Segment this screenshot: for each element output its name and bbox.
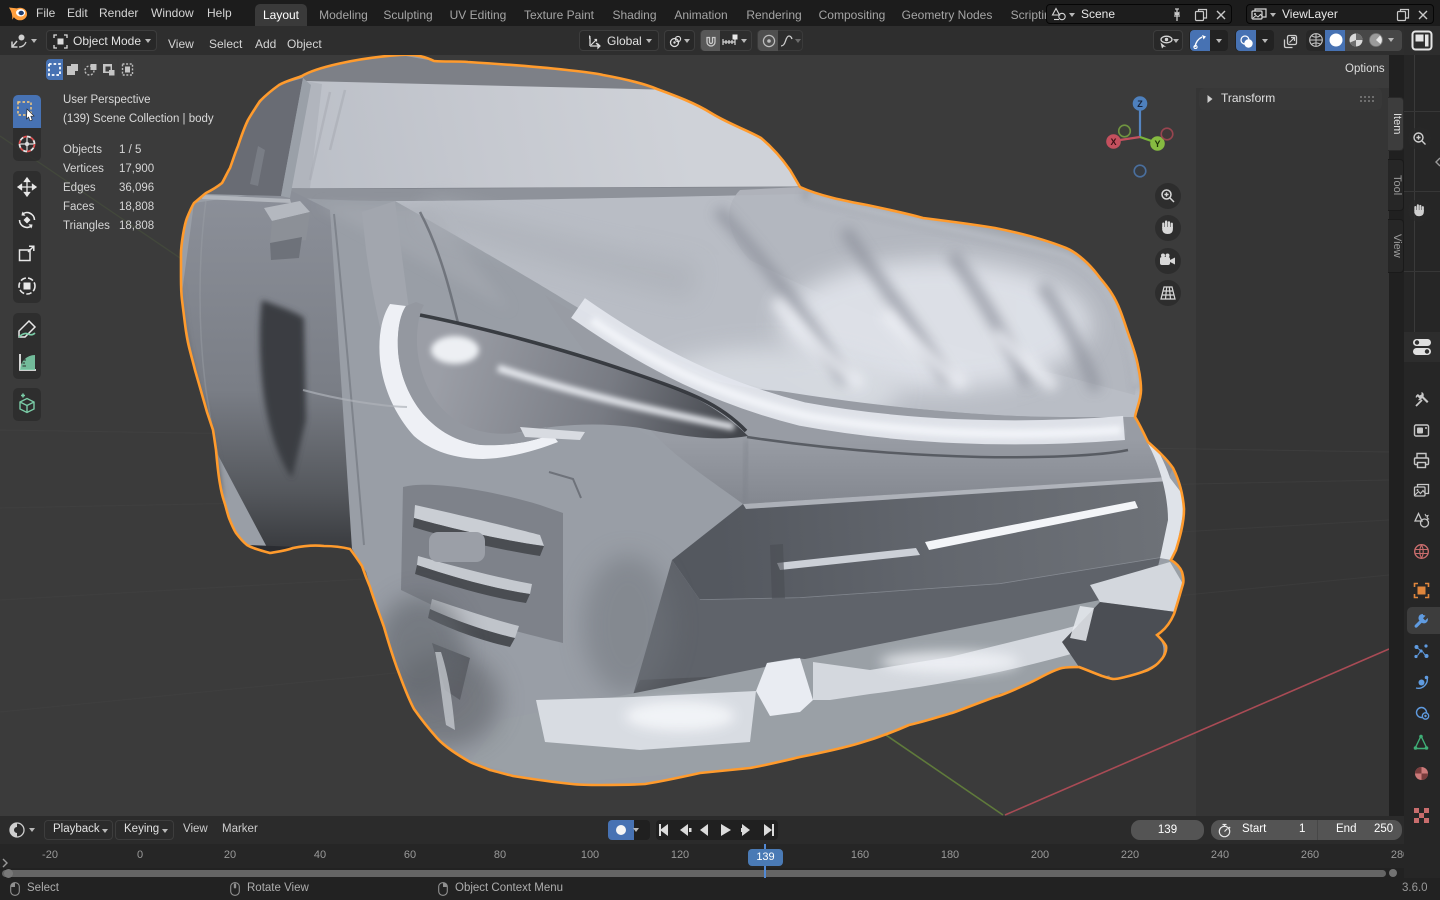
svg-text:X: X [1110, 137, 1116, 147]
svg-text:Y: Y [1154, 139, 1160, 149]
svg-text:Z: Z [1137, 99, 1143, 109]
